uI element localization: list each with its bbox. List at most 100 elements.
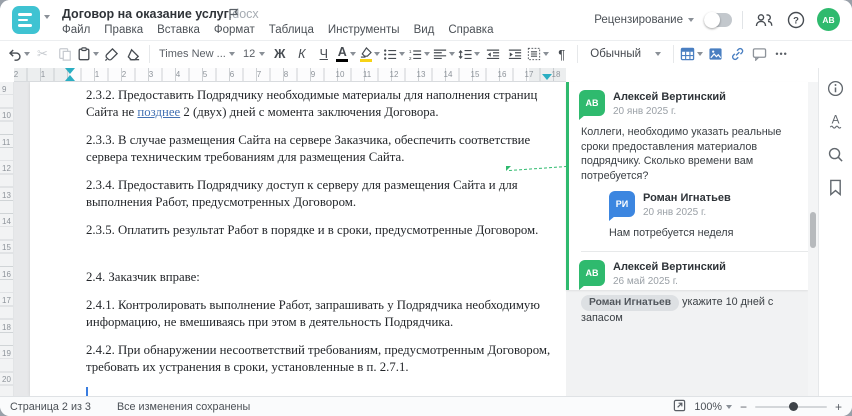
comment-anchor-text[interactable]: позднее [137, 105, 180, 119]
review-toggle[interactable] [704, 11, 732, 28]
user-avatar[interactable]: АВ [817, 8, 840, 31]
review-mode-dropdown[interactable]: Рецензирование [594, 14, 694, 26]
decrease-indent-button[interactable] [482, 43, 503, 65]
right-indent-marker[interactable] [542, 74, 552, 80]
undo-button[interactable] [6, 43, 31, 65]
ruler-number: 15 [470, 70, 480, 79]
underline-button[interactable]: Ч [313, 43, 334, 65]
paragraph-2-3-3[interactable]: 2.3.3. В случае размещения Сайта на серв… [86, 132, 552, 165]
scrollbar-thumb[interactable] [810, 212, 816, 248]
paste-button[interactable] [76, 43, 100, 65]
ruler-number: 16 [2, 269, 11, 279]
paragraph-2-4-1[interactable]: 2.4.1. Контролировать выполнение Работ, … [86, 297, 552, 330]
menu-edit[interactable]: Правка [104, 24, 143, 36]
document-text[interactable]: 2.3.2. Предоставить Подрядчику необходим… [86, 87, 552, 396]
left-indent-marker[interactable] [65, 75, 75, 81]
mention-pill[interactable]: Роман Игнатьев [581, 295, 680, 311]
numbered-list-button[interactable]: 12 [407, 43, 431, 65]
paragraph-2-3-4[interactable]: 2.3.4. Предоставить Подрядчику доступ к … [86, 177, 552, 210]
bullet-list-button[interactable] [382, 43, 406, 65]
comment-thread-card[interactable]: АВ Алексей Вертинский 20 янв 2025 г. Кол… [566, 82, 808, 324]
help-icon[interactable]: ? [785, 9, 807, 31]
ruler-number: 3 [148, 70, 154, 79]
menu-file[interactable]: Файл [62, 24, 90, 36]
comment-reply[interactable]: РИ Роман Игнатьев 20 янв 2025 г. Нам пот… [599, 183, 808, 241]
comment-2-author: Роман Игнатьев [643, 192, 731, 204]
clear-style-button[interactable] [123, 43, 144, 65]
menu-help[interactable]: Справка [448, 24, 493, 36]
toolbar-divider [577, 45, 579, 63]
horizontal-ruler[interactable]: 2 1 1 2 3 4 5 6 7 8 9 10 11 12 13 14 15 16 17 18 [14, 68, 566, 82]
copy-button[interactable] [54, 43, 75, 65]
zoom-slider[interactable] [754, 402, 827, 411]
align-button[interactable] [432, 43, 456, 65]
bold-button[interactable]: Ж [269, 43, 290, 65]
insert-comment-button[interactable] [749, 43, 770, 65]
bullet-list-caret-icon[interactable] [399, 52, 406, 56]
empty-paragraph[interactable] [86, 251, 552, 269]
ruler-number: 16 [497, 70, 507, 79]
highlight-caret-icon[interactable] [374, 52, 381, 56]
font-name-value: Times New ... [159, 48, 225, 60]
zoom-in-button[interactable]: + [835, 401, 842, 413]
menu-insert[interactable]: Вставка [157, 24, 200, 36]
ruler-number: 10 [2, 111, 11, 121]
paragraph-2-4-2[interactable]: 2.4.2. При обнаружении несоответствий тр… [86, 342, 552, 375]
document-title-text: Договор на оказание услуг [62, 7, 229, 21]
format-painter-button[interactable] [101, 43, 122, 65]
zoom-out-button[interactable]: − [740, 401, 747, 413]
page-indicator[interactable]: Страница 2 из 3 [10, 401, 91, 413]
font-color-button[interactable]: А [335, 43, 357, 65]
paragraph-2-4[interactable]: 2.4. Заказчик вправе: [86, 269, 552, 286]
spellcheck-icon[interactable]: А [826, 111, 846, 131]
align-caret-icon[interactable] [449, 52, 456, 56]
comment-2-text: Нам потребуется неделя [609, 227, 734, 239]
info-icon[interactable] [826, 78, 846, 98]
menu-table[interactable]: Таблица [269, 24, 314, 36]
italic-button[interactable]: К [291, 43, 312, 65]
menu-view[interactable]: Вид [414, 24, 435, 36]
ruler-number: 4 [175, 70, 181, 79]
cut-button[interactable]: ✂ [32, 43, 53, 65]
paragraph-style-select[interactable]: Обычный [583, 43, 668, 65]
ruler-number: 17 [2, 296, 11, 306]
menu-tools[interactable]: Инструменты [328, 24, 400, 36]
collaboration-users-icon[interactable] [753, 9, 775, 31]
undo-caret-icon[interactable] [24, 52, 30, 56]
font-color-caret-icon[interactable] [350, 52, 357, 56]
logo-menu-caret-icon[interactable] [44, 15, 50, 19]
ruler-number: 8 [283, 70, 289, 79]
show-paragraph-marks-button[interactable]: ¶ [551, 43, 572, 65]
search-icon[interactable] [826, 144, 846, 164]
font-size-select[interactable]: 12 [240, 43, 268, 65]
paragraph-2-3-2[interactable]: 2.3.2. Предоставить Подрядчику необходим… [86, 87, 552, 120]
bookmark-icon[interactable] [826, 177, 846, 197]
more-tools-button[interactable]: ••• [771, 43, 792, 65]
line-spacing-button[interactable] [457, 43, 481, 65]
fit-width-icon[interactable] [673, 399, 686, 415]
paragraph-style-value: Обычный [590, 48, 642, 60]
review-caret-icon [688, 17, 694, 22]
zoom-level-select[interactable]: 100% [694, 401, 732, 413]
highlight-color-button[interactable] [358, 43, 381, 65]
paragraph-2-3-5[interactable]: 2.3.5. Оплатить результат Работ в порядк… [86, 222, 552, 239]
table-caret-icon[interactable] [697, 52, 704, 56]
document-page[interactable]: 2.3.2. Предоставить Подрядчику необходим… [30, 82, 566, 396]
numbered-list-caret-icon[interactable] [424, 52, 431, 56]
insert-link-button[interactable] [727, 43, 748, 65]
app-logo-icon[interactable] [12, 6, 40, 34]
header-divider [742, 10, 743, 29]
vertical-scrollbar[interactable] [808, 82, 818, 396]
vertical-ruler[interactable]: 9 10 11 12 13 14 15 16 17 18 19 20 [0, 82, 14, 396]
paste-caret-icon[interactable] [93, 52, 99, 56]
insert-table-button[interactable] [679, 43, 704, 65]
borders-caret-icon[interactable] [543, 52, 550, 56]
font-name-select[interactable]: Times New ... [155, 43, 239, 65]
line-spacing-caret-icon[interactable] [474, 52, 481, 56]
first-line-indent-marker[interactable] [65, 68, 75, 74]
zoom-slider-knob[interactable] [788, 402, 798, 411]
insert-image-button[interactable] [705, 43, 726, 65]
menu-format[interactable]: Формат [214, 24, 255, 36]
increase-indent-button[interactable] [504, 43, 525, 65]
paragraph-borders-button[interactable] [526, 43, 550, 65]
